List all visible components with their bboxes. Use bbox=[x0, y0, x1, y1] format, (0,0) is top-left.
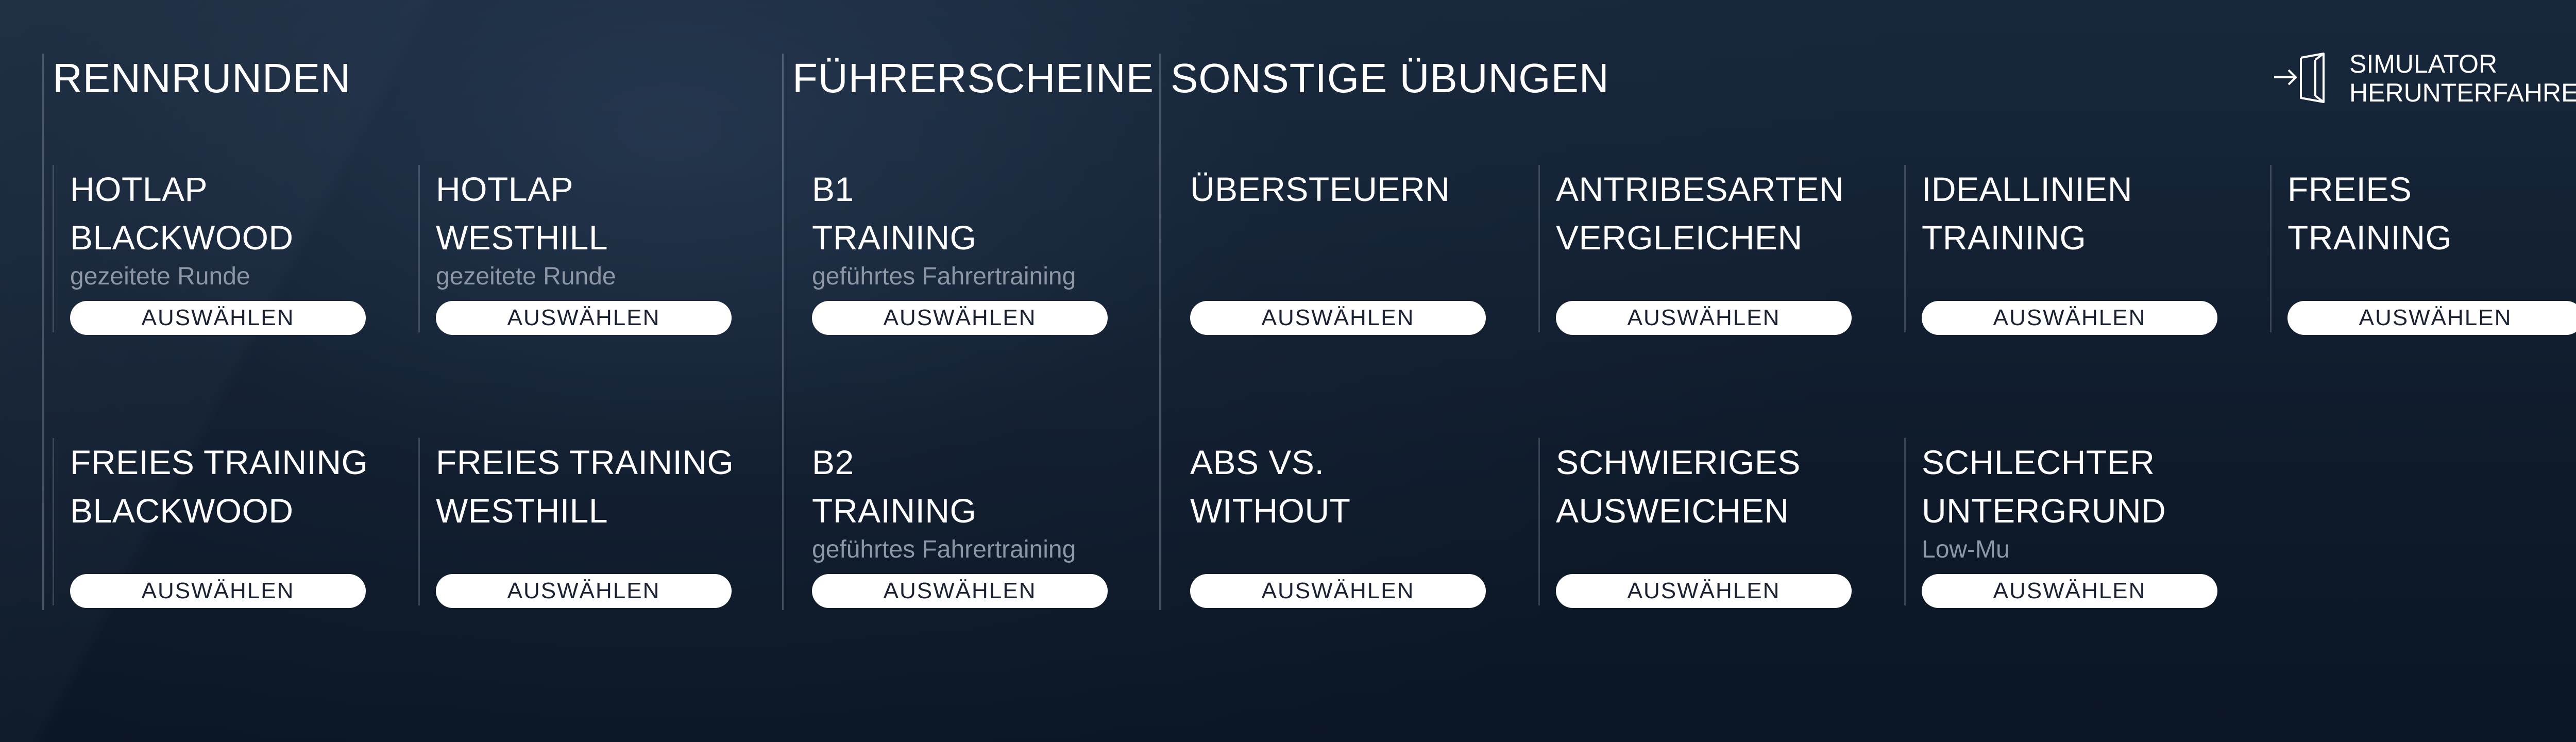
card-divider bbox=[53, 438, 54, 605]
card-title: HOTLAP BLACKWOOD bbox=[70, 165, 294, 262]
card-title-line2: TRAINING bbox=[812, 218, 977, 257]
card-title-line1: SCHLECHTER bbox=[1922, 443, 2155, 481]
section-title-fuehrerscheine: FÜHRERSCHEINE bbox=[792, 55, 1154, 101]
card-abs-vs-without: ABS VS. WITHOUT AUSWÄHLEN bbox=[1173, 438, 1486, 608]
card-title: SCHLECHTER UNTERGRUND bbox=[1922, 438, 2166, 535]
card-divider bbox=[1538, 438, 1540, 605]
card-title-line2: TRAINING bbox=[1922, 218, 2087, 257]
card-title-line1: ANTRIBESARTEN bbox=[1556, 170, 1844, 208]
card-divider bbox=[1904, 438, 1906, 605]
card-title-line2: WITHOUT bbox=[1190, 492, 1351, 530]
card-freies-training-westhill: FREIES TRAINING WESTHILL AUSWÄHLEN bbox=[418, 438, 734, 608]
card-title-line1: FREIES TRAINING bbox=[436, 443, 734, 481]
card-schlechter-untergrund: SCHLECHTER UNTERGRUND Low-Mu AUSWÄHLEN bbox=[1904, 438, 2217, 608]
card-title: B1 TRAINING bbox=[812, 165, 976, 262]
card-subtitle: geführtes Fahrertraining bbox=[812, 536, 1076, 563]
card-title: FREIES TRAINING BLACKWOOD bbox=[70, 438, 368, 535]
section-divider-sonstige bbox=[1159, 54, 1161, 610]
card-title: HOTLAP WESTHILL bbox=[436, 165, 608, 262]
card-hotlap-blackwood: HOTLAP BLACKWOOD gezeitete Runde AUSWÄHL… bbox=[53, 165, 366, 335]
card-title: B2 TRAINING bbox=[812, 438, 976, 535]
card-title-line2: TRAINING bbox=[2287, 218, 2452, 257]
select-button-freies-training[interactable]: AUSWÄHLEN bbox=[2287, 301, 2576, 335]
select-button-ideallinien-training[interactable]: AUSWÄHLEN bbox=[1922, 301, 2217, 335]
card-title: IDEALLINIEN TRAINING bbox=[1922, 165, 2132, 262]
card-subtitle: gezeitete Runde bbox=[70, 263, 250, 290]
card-title-line2: WESTHILL bbox=[436, 218, 608, 257]
card-b2-training: B2 TRAINING geführtes Fahrertraining AUS… bbox=[794, 438, 1108, 608]
card-divider bbox=[1538, 165, 1540, 332]
card-ideallinien-training: IDEALLINIEN TRAINING AUSWÄHLEN bbox=[1904, 165, 2217, 335]
card-uebersteuern: ÜBERSTEUERN AUSWÄHLEN bbox=[1173, 165, 1486, 335]
select-button-b1-training[interactable]: AUSWÄHLEN bbox=[812, 301, 1108, 335]
card-divider bbox=[418, 165, 420, 332]
card-title-line2: AUSWEICHEN bbox=[1556, 492, 1789, 530]
card-title: FREIES TRAINING bbox=[2287, 165, 2452, 262]
card-title-line2: BLACKWOOD bbox=[70, 492, 294, 530]
card-title-line1: ÜBERSTEUERN bbox=[1190, 170, 1450, 208]
card-title-line1: HOTLAP bbox=[70, 170, 208, 208]
shutdown-label: SIMULATOR HERUNTERFAHREN bbox=[2349, 49, 2576, 107]
select-button-hotlap-blackwood[interactable]: AUSWÄHLEN bbox=[70, 301, 366, 335]
card-title-line1: IDEALLINIEN bbox=[1922, 170, 2132, 208]
card-title-line1: FREIES bbox=[2287, 170, 2412, 208]
card-divider bbox=[1904, 165, 1906, 332]
card-title-line2: VERGLEICHEN bbox=[1556, 218, 1803, 257]
card-title-line1: B2 bbox=[812, 443, 854, 481]
card-title: ANTRIBESARTEN VERGLEICHEN bbox=[1556, 165, 1844, 262]
section-title-rennrunden: RENNRUNDEN bbox=[53, 55, 351, 101]
card-title-line2: TRAINING bbox=[812, 492, 977, 530]
card-b1-training: B1 TRAINING geführtes Fahrertraining AUS… bbox=[794, 165, 1108, 335]
section-divider-rennrunden bbox=[42, 54, 44, 610]
card-title-line2: WESTHILL bbox=[436, 492, 608, 530]
card-title-line1: HOTLAP bbox=[436, 170, 574, 208]
section-title-sonstige-uebungen: SONSTIGE ÜBUNGEN bbox=[1171, 55, 1609, 101]
card-title: ÜBERSTEUERN bbox=[1190, 165, 1450, 213]
card-title-line2: UNTERGRUND bbox=[1922, 492, 2166, 530]
card-schwieriges-ausweichen: SCHWIERIGES AUSWEICHEN AUSWÄHLEN bbox=[1538, 438, 1852, 608]
select-button-hotlap-westhill[interactable]: AUSWÄHLEN bbox=[436, 301, 732, 335]
shutdown-label-line1: SIMULATOR bbox=[2349, 49, 2498, 78]
section-divider-fuehrerscheine bbox=[782, 54, 784, 610]
select-button-uebersteuern[interactable]: AUSWÄHLEN bbox=[1190, 301, 1486, 335]
card-freies-training-blackwood: FREIES TRAINING BLACKWOOD AUSWÄHLEN bbox=[53, 438, 368, 608]
card-divider bbox=[2270, 165, 2272, 332]
select-button-freies-training-blackwood[interactable]: AUSWÄHLEN bbox=[70, 574, 366, 608]
card-title: SCHWIERIGES AUSWEICHEN bbox=[1556, 438, 1801, 535]
select-button-freies-training-westhill[interactable]: AUSWÄHLEN bbox=[436, 574, 732, 608]
card-title: FREIES TRAINING WESTHILL bbox=[436, 438, 734, 535]
card-freies-training: FREIES TRAINING AUSWÄHLEN bbox=[2270, 165, 2576, 335]
card-divider bbox=[418, 438, 420, 605]
card-title-line2: BLACKWOOD bbox=[70, 218, 294, 257]
card-title-line1: ABS VS. bbox=[1190, 443, 1325, 481]
card-subtitle: geführtes Fahrertraining bbox=[812, 263, 1076, 290]
door-exit-icon bbox=[2274, 53, 2325, 103]
card-title-line1: B1 bbox=[812, 170, 854, 208]
select-button-b2-training[interactable]: AUSWÄHLEN bbox=[812, 574, 1108, 608]
select-button-abs-vs-without[interactable]: AUSWÄHLEN bbox=[1190, 574, 1486, 608]
card-title: ABS VS. WITHOUT bbox=[1190, 438, 1350, 535]
select-button-antribesarten-vergleichen[interactable]: AUSWÄHLEN bbox=[1556, 301, 1852, 335]
card-hotlap-westhill: HOTLAP WESTHILL gezeitete Runde AUSWÄHLE… bbox=[418, 165, 732, 335]
card-antribesarten-vergleichen: ANTRIBESARTEN VERGLEICHEN AUSWÄHLEN bbox=[1538, 165, 1852, 335]
card-title-line1: FREIES TRAINING bbox=[70, 443, 368, 481]
shutdown-label-line2: HERUNTERFAHREN bbox=[2349, 78, 2576, 107]
select-button-schlechter-untergrund[interactable]: AUSWÄHLEN bbox=[1922, 574, 2217, 608]
card-subtitle: gezeitete Runde bbox=[436, 263, 616, 290]
card-subtitle: Low-Mu bbox=[1922, 536, 2010, 563]
card-divider bbox=[53, 165, 54, 332]
card-title-line1: SCHWIERIGES bbox=[1556, 443, 1801, 481]
select-button-schwieriges-ausweichen[interactable]: AUSWÄHLEN bbox=[1556, 574, 1852, 608]
